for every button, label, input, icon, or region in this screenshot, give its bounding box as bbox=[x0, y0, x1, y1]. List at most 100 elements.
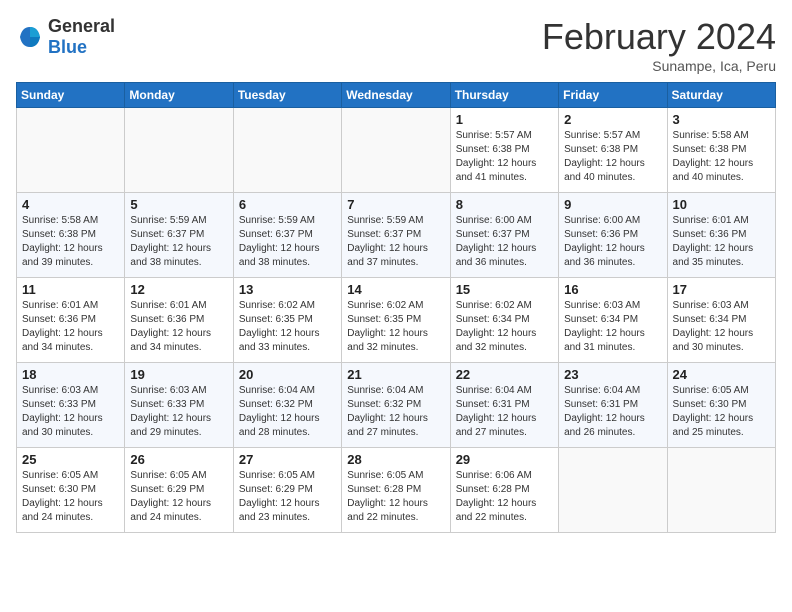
day-number: 3 bbox=[673, 112, 770, 127]
day-number: 5 bbox=[130, 197, 227, 212]
day-info: Sunrise: 6:04 AM Sunset: 6:31 PM Dayligh… bbox=[564, 384, 661, 440]
logo-text: General Blue bbox=[48, 16, 115, 58]
week-row-1: 1 Sunrise: 5:57 AM Sunset: 6:38 PM Daylig… bbox=[17, 108, 776, 193]
day-number: 22 bbox=[456, 367, 553, 382]
day-number: 26 bbox=[130, 452, 227, 467]
day-number: 13 bbox=[239, 282, 336, 297]
day-info: Sunrise: 6:05 AM Sunset: 6:29 PM Dayligh… bbox=[239, 469, 336, 525]
week-row-3: 11 Sunrise: 6:01 AM Sunset: 6:36 PM Dayli… bbox=[17, 278, 776, 363]
day-number: 17 bbox=[673, 282, 770, 297]
calendar-table: SundayMondayTuesdayWednesdayThursdayFrid… bbox=[16, 82, 776, 533]
calendar-cell: 16 Sunrise: 6:03 AM Sunset: 6:34 PM Dayli… bbox=[559, 278, 667, 363]
weekday-header-sunday: Sunday bbox=[17, 83, 125, 108]
calendar-cell: 3Sunrise: 5:58 AM Sunset: 6:38 PM Daylig… bbox=[667, 108, 775, 193]
calendar-cell bbox=[17, 108, 125, 193]
calendar-cell: 2 Sunrise: 5:57 AM Sunset: 6:38 PM Daylig… bbox=[559, 108, 667, 193]
day-number: 19 bbox=[130, 367, 227, 382]
weekday-header-monday: Monday bbox=[125, 83, 233, 108]
day-info: Sunrise: 5:57 AM Sunset: 6:38 PM Dayligh… bbox=[564, 129, 661, 185]
calendar-cell: 17 Sunrise: 6:03 AM Sunset: 6:34 PM Dayli… bbox=[667, 278, 775, 363]
calendar-cell: 11 Sunrise: 6:01 AM Sunset: 6:36 PM Dayli… bbox=[17, 278, 125, 363]
day-info: Sunrise: 6:04 AM Sunset: 6:31 PM Dayligh… bbox=[456, 384, 553, 440]
day-info: Sunrise: 6:02 AM Sunset: 6:35 PM Dayligh… bbox=[239, 299, 336, 355]
day-number: 11 bbox=[22, 282, 119, 297]
day-number: 18 bbox=[22, 367, 119, 382]
week-row-4: 18 Sunrise: 6:03 AM Sunset: 6:33 PM Dayli… bbox=[17, 363, 776, 448]
day-info: Sunrise: 6:03 AM Sunset: 6:34 PM Dayligh… bbox=[673, 299, 770, 355]
day-number: 7 bbox=[347, 197, 444, 212]
calendar-cell: 12Sunrise: 6:01 AM Sunset: 6:36 PM Dayli… bbox=[125, 278, 233, 363]
title-block: February 2024 Sunampe, Ica, Peru bbox=[542, 16, 776, 74]
weekday-header-thursday: Thursday bbox=[450, 83, 558, 108]
calendar-cell: 6Sunrise: 5:59 AM Sunset: 6:37 PM Daylig… bbox=[233, 193, 341, 278]
month-title: February 2024 bbox=[542, 16, 776, 58]
day-info: Sunrise: 5:58 AM Sunset: 6:38 PM Dayligh… bbox=[22, 214, 119, 270]
calendar-cell: 9 Sunrise: 6:00 AM Sunset: 6:36 PM Daylig… bbox=[559, 193, 667, 278]
day-number: 6 bbox=[239, 197, 336, 212]
calendar-cell: 20 Sunrise: 6:04 AM Sunset: 6:32 PM Dayli… bbox=[233, 363, 341, 448]
day-number: 25 bbox=[22, 452, 119, 467]
location-subtitle: Sunampe, Ica, Peru bbox=[542, 58, 776, 74]
day-number: 20 bbox=[239, 367, 336, 382]
day-number: 16 bbox=[564, 282, 661, 297]
calendar-cell bbox=[233, 108, 341, 193]
weekday-header-saturday: Saturday bbox=[667, 83, 775, 108]
calendar-cell: 25Sunrise: 6:05 AM Sunset: 6:30 PM Dayli… bbox=[17, 448, 125, 533]
calendar-cell bbox=[342, 108, 450, 193]
day-info: Sunrise: 6:03 AM Sunset: 6:33 PM Dayligh… bbox=[22, 384, 119, 440]
calendar-cell: 14Sunrise: 6:02 AM Sunset: 6:35 PM Dayli… bbox=[342, 278, 450, 363]
day-info: Sunrise: 6:00 AM Sunset: 6:37 PM Dayligh… bbox=[456, 214, 553, 270]
calendar-cell: 21 Sunrise: 6:04 AM Sunset: 6:32 PM Dayli… bbox=[342, 363, 450, 448]
day-info: Sunrise: 5:59 AM Sunset: 6:37 PM Dayligh… bbox=[347, 214, 444, 270]
calendar-cell: 23 Sunrise: 6:04 AM Sunset: 6:31 PM Dayli… bbox=[559, 363, 667, 448]
weekday-header-wednesday: Wednesday bbox=[342, 83, 450, 108]
day-number: 15 bbox=[456, 282, 553, 297]
calendar-cell: 7 Sunrise: 5:59 AM Sunset: 6:37 PM Daylig… bbox=[342, 193, 450, 278]
day-info: Sunrise: 6:00 AM Sunset: 6:36 PM Dayligh… bbox=[564, 214, 661, 270]
day-info: Sunrise: 6:06 AM Sunset: 6:28 PM Dayligh… bbox=[456, 469, 553, 525]
calendar-cell: 1 Sunrise: 5:57 AM Sunset: 6:38 PM Daylig… bbox=[450, 108, 558, 193]
day-info: Sunrise: 6:01 AM Sunset: 6:36 PM Dayligh… bbox=[22, 299, 119, 355]
calendar-cell: 18 Sunrise: 6:03 AM Sunset: 6:33 PM Dayli… bbox=[17, 363, 125, 448]
day-number: 9 bbox=[564, 197, 661, 212]
day-number: 10 bbox=[673, 197, 770, 212]
day-info: Sunrise: 6:04 AM Sunset: 6:32 PM Dayligh… bbox=[239, 384, 336, 440]
day-number: 12 bbox=[130, 282, 227, 297]
day-number: 29 bbox=[456, 452, 553, 467]
calendar-cell bbox=[125, 108, 233, 193]
day-info: Sunrise: 5:59 AM Sunset: 6:37 PM Dayligh… bbox=[130, 214, 227, 270]
logo-blue: Blue bbox=[48, 37, 87, 57]
day-number: 1 bbox=[456, 112, 553, 127]
calendar-cell: 19Sunrise: 6:03 AM Sunset: 6:33 PM Dayli… bbox=[125, 363, 233, 448]
day-info: Sunrise: 6:05 AM Sunset: 6:28 PM Dayligh… bbox=[347, 469, 444, 525]
weekday-header-row: SundayMondayTuesdayWednesdayThursdayFrid… bbox=[17, 83, 776, 108]
logo: General Blue bbox=[16, 16, 115, 58]
week-row-5: 25Sunrise: 6:05 AM Sunset: 6:30 PM Dayli… bbox=[17, 448, 776, 533]
day-info: Sunrise: 6:02 AM Sunset: 6:35 PM Dayligh… bbox=[347, 299, 444, 355]
calendar-cell: 4Sunrise: 5:58 AM Sunset: 6:38 PM Daylig… bbox=[17, 193, 125, 278]
day-number: 23 bbox=[564, 367, 661, 382]
calendar-cell: 29 Sunrise: 6:06 AM Sunset: 6:28 PM Dayli… bbox=[450, 448, 558, 533]
day-number: 24 bbox=[673, 367, 770, 382]
day-number: 27 bbox=[239, 452, 336, 467]
day-info: Sunrise: 5:57 AM Sunset: 6:38 PM Dayligh… bbox=[456, 129, 553, 185]
day-number: 28 bbox=[347, 452, 444, 467]
day-info: Sunrise: 6:04 AM Sunset: 6:32 PM Dayligh… bbox=[347, 384, 444, 440]
calendar-cell: 28 Sunrise: 6:05 AM Sunset: 6:28 PM Dayli… bbox=[342, 448, 450, 533]
day-number: 8 bbox=[456, 197, 553, 212]
week-row-2: 4Sunrise: 5:58 AM Sunset: 6:38 PM Daylig… bbox=[17, 193, 776, 278]
day-number: 21 bbox=[347, 367, 444, 382]
day-info: Sunrise: 6:03 AM Sunset: 6:34 PM Dayligh… bbox=[564, 299, 661, 355]
page-header: General Blue February 2024 Sunampe, Ica,… bbox=[16, 16, 776, 74]
calendar-cell: 5 Sunrise: 5:59 AM Sunset: 6:37 PM Daylig… bbox=[125, 193, 233, 278]
calendar-cell: 26Sunrise: 6:05 AM Sunset: 6:29 PM Dayli… bbox=[125, 448, 233, 533]
calendar-cell: 24 Sunrise: 6:05 AM Sunset: 6:30 PM Dayli… bbox=[667, 363, 775, 448]
calendar-cell bbox=[559, 448, 667, 533]
day-info: Sunrise: 6:05 AM Sunset: 6:30 PM Dayligh… bbox=[673, 384, 770, 440]
calendar-cell: 13 Sunrise: 6:02 AM Sunset: 6:35 PM Dayli… bbox=[233, 278, 341, 363]
calendar-cell bbox=[667, 448, 775, 533]
calendar-cell: 27 Sunrise: 6:05 AM Sunset: 6:29 PM Dayli… bbox=[233, 448, 341, 533]
day-number: 2 bbox=[564, 112, 661, 127]
logo-general: General bbox=[48, 16, 115, 37]
calendar-cell: 10Sunrise: 6:01 AM Sunset: 6:36 PM Dayli… bbox=[667, 193, 775, 278]
